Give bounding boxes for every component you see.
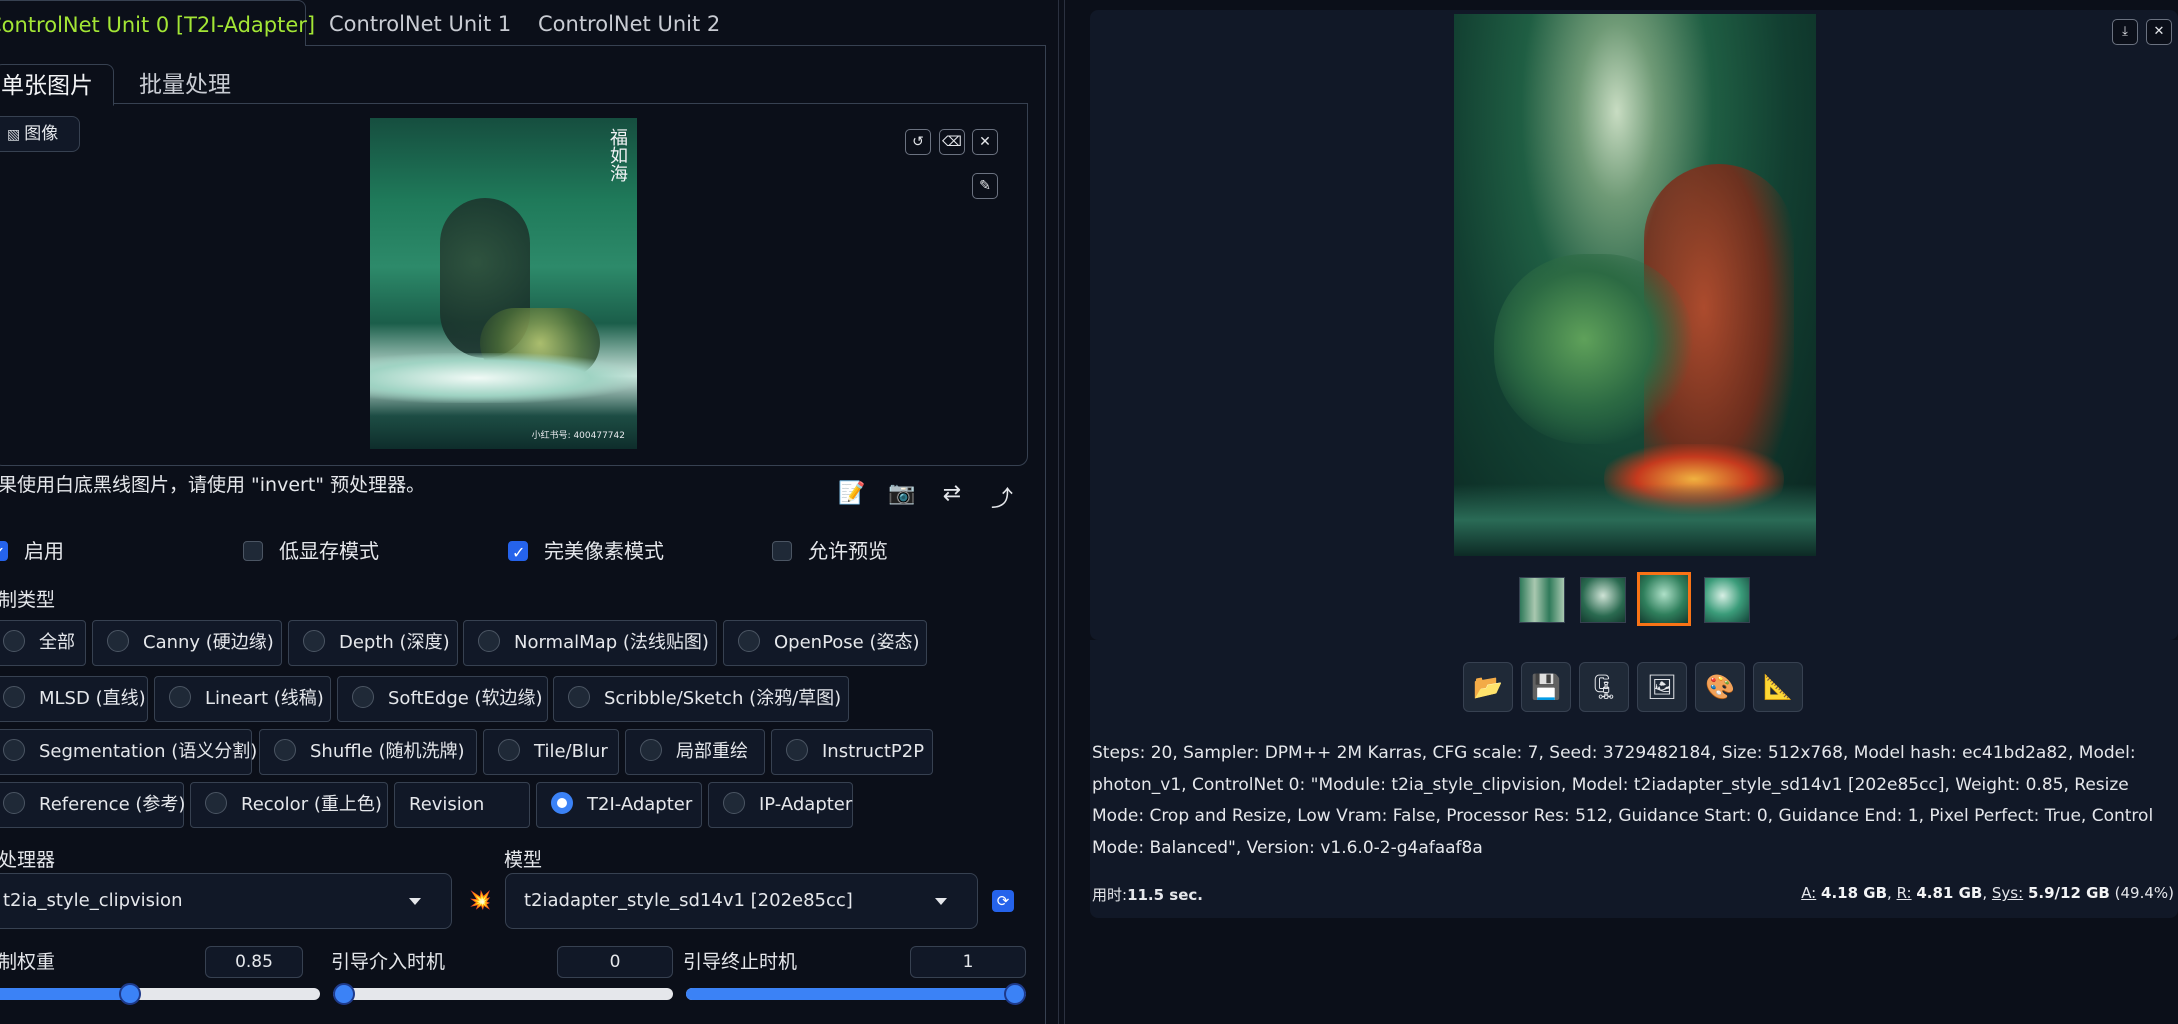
undo-icon[interactable]: ↺	[905, 129, 931, 155]
panel-divider	[1058, 0, 1059, 1024]
control-type-shuffle[interactable]: Shuffle (随机洗牌)	[259, 729, 477, 775]
enable-checkbox[interactable]: 启用	[0, 536, 64, 568]
preprocessor-label: 处理器	[0, 849, 56, 871]
chevron-down-icon	[935, 898, 947, 905]
weight-slider[interactable]	[0, 983, 320, 1005]
image-watermark: 小红书号: 400477742	[531, 431, 625, 441]
control-type-all[interactable]: 全部	[0, 620, 86, 666]
download-icon[interactable]: ⤓	[2112, 19, 2138, 45]
control-type-openpose[interactable]: OpenPose (姿态)	[723, 620, 927, 666]
control-type-tile-blur[interactable]: Tile/Blur	[483, 729, 619, 775]
checkbox-allow-preview[interactable]	[772, 540, 792, 561]
control-type-t2i-adapter[interactable]: T2I-Adapter	[536, 782, 702, 828]
checkbox-low-vram[interactable]	[243, 540, 263, 561]
generated-image[interactable]	[1454, 14, 1816, 556]
memory-usage: A: 4.18 GB, R: 4.81 GB, Sys: 5.9/12 GB (…	[1801, 884, 2174, 902]
slider-handle[interactable]	[1004, 983, 1026, 1005]
control-type-lineart[interactable]: Lineart (线稿)	[154, 676, 331, 722]
control-type-inpaint[interactable]: 局部重绘	[625, 729, 765, 775]
low-vram-checkbox[interactable]: 低显存模式	[243, 536, 379, 566]
control-type-ip-adapter[interactable]: IP-Adapter	[708, 782, 853, 828]
input-image[interactable]: 福如海 小红书号: 400477742	[370, 118, 637, 449]
close-icon[interactable]: ✕	[2146, 19, 2172, 45]
tab-controlnet-unit-2[interactable]: ControlNet Unit 2	[538, 0, 720, 46]
image-icon: ▧	[7, 127, 21, 143]
close-icon[interactable]: ✕	[972, 129, 998, 155]
gallery-thumb-4[interactable]	[1704, 577, 1750, 623]
gallery-thumb-3[interactable]	[1637, 572, 1691, 626]
chevron-down-icon	[409, 898, 421, 905]
pixel-perfect-checkbox[interactable]: 完美像素模式	[508, 536, 664, 568]
invert-hint: 果使用白底黑线图片，请使用 "invert" 预处理器。	[0, 474, 426, 496]
guidance-end-label: 引导终止时机	[683, 951, 798, 973]
send-to-inpaint-icon[interactable]: 🎨	[1695, 662, 1745, 712]
image-label: ▧ 图像	[0, 116, 80, 152]
controlnet-unit-tabs: ControlNet Unit 0 [T2I-Adapter] ControlN…	[0, 0, 1045, 46]
control-type-segmentation[interactable]: Segmentation (语义分割)	[0, 729, 257, 775]
tab-controlnet-unit-1[interactable]: ControlNet Unit 1	[329, 0, 511, 46]
guidance-start-slider[interactable]	[333, 983, 673, 1005]
control-type-label: 制类型	[0, 589, 56, 611]
panel-divider	[1064, 0, 1065, 1024]
send-dimensions-icon[interactable]: ⤴	[988, 481, 1016, 513]
zip-icon[interactable]: 🗜	[1579, 662, 1629, 712]
control-type-mlsd[interactable]: MLSD (直线)	[0, 676, 148, 722]
send-to-img2img-icon[interactable]: 🖼	[1637, 662, 1687, 712]
control-type-revision[interactable]: Revision	[394, 782, 530, 828]
refresh-models-icon[interactable]: ⟳	[992, 890, 1014, 912]
generation-info: Steps: 20, Sampler: DPM++ 2M Karras, CFG…	[1092, 743, 2154, 858]
send-to-extras-icon[interactable]: 📐	[1753, 662, 1803, 712]
checkbox-pixel-perfect[interactable]	[508, 538, 528, 568]
control-type-scribble[interactable]: Scribble/Sketch (涂鸦/草图)	[553, 676, 849, 722]
run-preprocessor-icon[interactable]: 💥	[469, 890, 491, 911]
control-type-softedge[interactable]: SoftEdge (软边缘)	[337, 676, 548, 722]
eraser-icon[interactable]: ⌫	[939, 129, 965, 155]
tab-controlnet-unit-0[interactable]: ControlNet Unit 0 [T2I-Adapter]	[0, 0, 315, 46]
tab-single-image[interactable]: 单张图片	[0, 64, 114, 106]
weight-label: 制权重	[0, 951, 56, 973]
guidance-end-input[interactable]: 1	[910, 946, 1026, 978]
slider-handle[interactable]	[333, 983, 355, 1005]
time-taken: 用时:11.5 sec.	[1092, 886, 1203, 904]
checkbox-enable[interactable]	[0, 538, 8, 568]
weight-input[interactable]: 0.85	[205, 946, 303, 978]
guidance-end-slider[interactable]	[686, 983, 1026, 1005]
allow-preview-checkbox[interactable]: 允许预览	[772, 536, 888, 566]
control-type-depth[interactable]: Depth (深度)	[288, 620, 458, 666]
tab-batch[interactable]: 批量处理	[139, 64, 231, 106]
guidance-start-input[interactable]: 0	[557, 946, 673, 978]
swap-icon[interactable]: ⇄	[938, 481, 966, 506]
brush-icon[interactable]: ✎	[972, 173, 998, 199]
control-type-recolor[interactable]: Recolor (重上色)	[190, 782, 388, 828]
image-seal-text: 福如海	[607, 128, 628, 182]
folder-icon[interactable]: 📂	[1463, 662, 1513, 712]
gallery-thumb-2[interactable]	[1580, 577, 1626, 623]
gallery-thumb-1[interactable]	[1519, 577, 1565, 623]
guidance-start-label: 引导介入时机	[331, 951, 446, 973]
model-label: 模型	[504, 849, 543, 871]
control-type-reference[interactable]: Reference (参考)	[0, 782, 185, 828]
control-type-normalmap[interactable]: NormalMap (法线贴图)	[463, 620, 717, 666]
notepad-icon[interactable]: 📝	[838, 481, 866, 506]
preprocessor-dropdown[interactable]: t2ia_style_clipvision	[0, 873, 452, 929]
model-dropdown[interactable]: t2iadapter_style_sd14v1 [202e85cc]	[505, 873, 978, 929]
save-icon[interactable]: 💾	[1521, 662, 1571, 712]
camera-icon[interactable]: 📷	[888, 481, 916, 506]
control-type-canny[interactable]: Canny (硬边缘)	[92, 620, 282, 666]
control-type-instructp2p[interactable]: InstructP2P	[771, 729, 933, 775]
